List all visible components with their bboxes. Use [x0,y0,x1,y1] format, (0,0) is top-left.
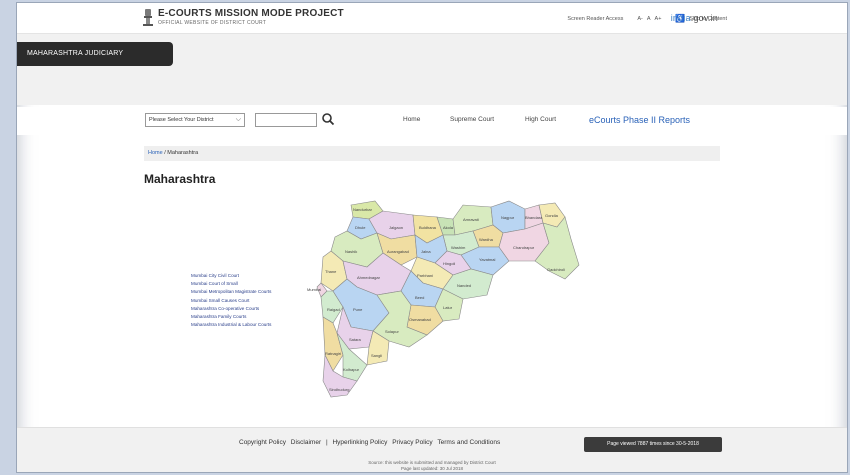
screen-reader-link[interactable]: Screen Reader Access [567,16,623,22]
footer-terms-link[interactable]: Terms and Conditions [437,439,500,446]
court-link-metropolitan[interactable]: Mumbai Metropolitan Magistrate Courts [191,288,271,296]
map-label-parbhani: Parbhani [417,273,434,278]
map-label-bhandara: Bhandara [525,215,543,220]
page-title: Maharashtra [144,172,216,186]
court-link-small-court[interactable]: Mumbai Court of Small [191,280,271,288]
navigation-bar: Please Select Your District ⌵ Home Supre… [17,107,847,135]
footer-hyperlinking-link[interactable]: Hyperlinking Policy [332,439,387,446]
map-label-gadchiroli: Gadchiroli [547,267,566,272]
map-label-nanded: Nanded [457,283,472,288]
judiciary-banner: MAHARASHTRA JUDICIARY [17,33,847,105]
site-footer: Copyright Policy Disclaimer | Hyperlinki… [17,427,847,472]
map-label-gondia: Gondia [545,213,558,218]
visitor-count-badge: Page viewed 7887 times since 30-5-2018 [584,437,722,452]
breadcrumb-home-link[interactable]: Home [148,150,163,156]
map-label-satara: Satara [349,337,361,342]
font-normal-button[interactable]: A [647,16,651,22]
footer-disclaimer-link[interactable]: Disclaimer [291,439,321,446]
search-icon[interactable] [321,111,335,127]
search-input[interactable] [255,113,317,127]
site-header: E-COURTS MISSION MODE PROJECT OFFICIAL W… [17,3,847,33]
font-increase-button[interactable]: A+ [655,16,662,22]
site-title: E-COURTS MISSION MODE PROJECT [158,8,344,19]
judiciary-label: MAHARASHTRA JUDICIARY [17,42,173,66]
map-label-amravati: Amravati [463,217,479,222]
national-emblem-icon [143,9,153,26]
district-select[interactable]: Please Select Your District ⌵ [145,113,245,127]
footer-privacy-link[interactable]: Privacy Policy [392,439,432,446]
map-label-nagpur: Nagpur [501,215,515,220]
map-label-latur: Latur [443,305,453,310]
footer-updated-note: Page last updated: 30 Jul 2018 [400,466,464,471]
maharashtra-district-map: Nandurbar Dhule Jalgaon Buldhana Akola A… [303,195,583,417]
map-label-akola: Akola [443,225,454,230]
footer-copyright-link[interactable]: Copyright Policy [239,439,286,446]
footer-links: Copyright Policy Disclaimer | Hyperlinki… [239,439,501,446]
map-label-nashik: Nashik [345,249,358,254]
site-subtitle: OFFICIAL WEBSITE OF DISTRICT COURT [158,20,267,26]
court-link-city-civil[interactable]: Mumbai City Civil Court [191,272,271,280]
map-label-solapur: Solapur [385,329,399,334]
map-label-hingoli: Hingoli [443,261,456,266]
browser-frame: E-COURTS MISSION MODE PROJECT OFFICIAL W… [16,2,848,473]
map-label-beed: Beed [415,295,425,300]
footer-source-note: Source: this website is submitted and ma… [368,460,496,465]
india-gov-logo[interactable]: india.gov.in [671,13,718,23]
map-label-ratnagiri: Ratnagiri [325,351,342,356]
court-link-cooperative[interactable]: Maharashtra Co-operative Courts [191,305,271,313]
map-label-kolhapur: Kolhapur [343,367,360,372]
map-label-jalna: Jalna [421,249,431,254]
map-label-nandurbar: Nandurbar [353,207,372,212]
map-label-pune: Pune [353,307,363,312]
font-decrease-button[interactable]: A- [637,16,643,22]
court-link-small-causes[interactable]: Mumbai Small Causes Court [191,297,271,305]
map-label-aurangabad: Aurangabad [387,249,409,254]
court-links-list: Mumbai City Civil Court Mumbai Court of … [191,272,271,329]
chevron-down-icon: ⌵ [235,116,241,123]
map-label-thane: Thane [325,269,337,274]
map-label-washim: Washim [451,245,466,250]
map-label-osmanabad: Osmanabad [409,317,431,322]
map-label-buldhana: Buldhana [419,225,436,230]
map-label-yavatmal: Yavatmal [479,257,496,262]
nav-home-link[interactable]: Home [403,116,420,123]
nav-high-court-link[interactable]: High Court [525,116,556,123]
map-label-sangli: Sangli [371,353,383,358]
map-label-jalgaon: Jalgaon [389,225,404,230]
nav-supreme-court-link[interactable]: Supreme Court [450,116,494,123]
nav-reports-link[interactable]: eCourts Phase II Reports [589,115,690,125]
map-label-sindhudurg: Sindhudurg [329,387,350,392]
breadcrumb: Home / Maharashtra [144,146,720,161]
court-link-industrial-labour[interactable]: Maharashtra Industrial & Labour Courts [191,321,271,329]
map-label-mumbai: Mumbai [307,287,322,292]
court-link-family[interactable]: Maharashtra Family Courts [191,313,271,321]
breadcrumb-current: Maharashtra [167,150,199,156]
map-label-raigad: Raigad [327,307,340,312]
map-label-wardha: Wardha [479,237,493,242]
map-label-dhule: Dhule [355,225,366,230]
map-label-chandrapur: Chandrapur [513,245,535,250]
map-label-ahmednagar: Ahmednagar [357,275,380,280]
